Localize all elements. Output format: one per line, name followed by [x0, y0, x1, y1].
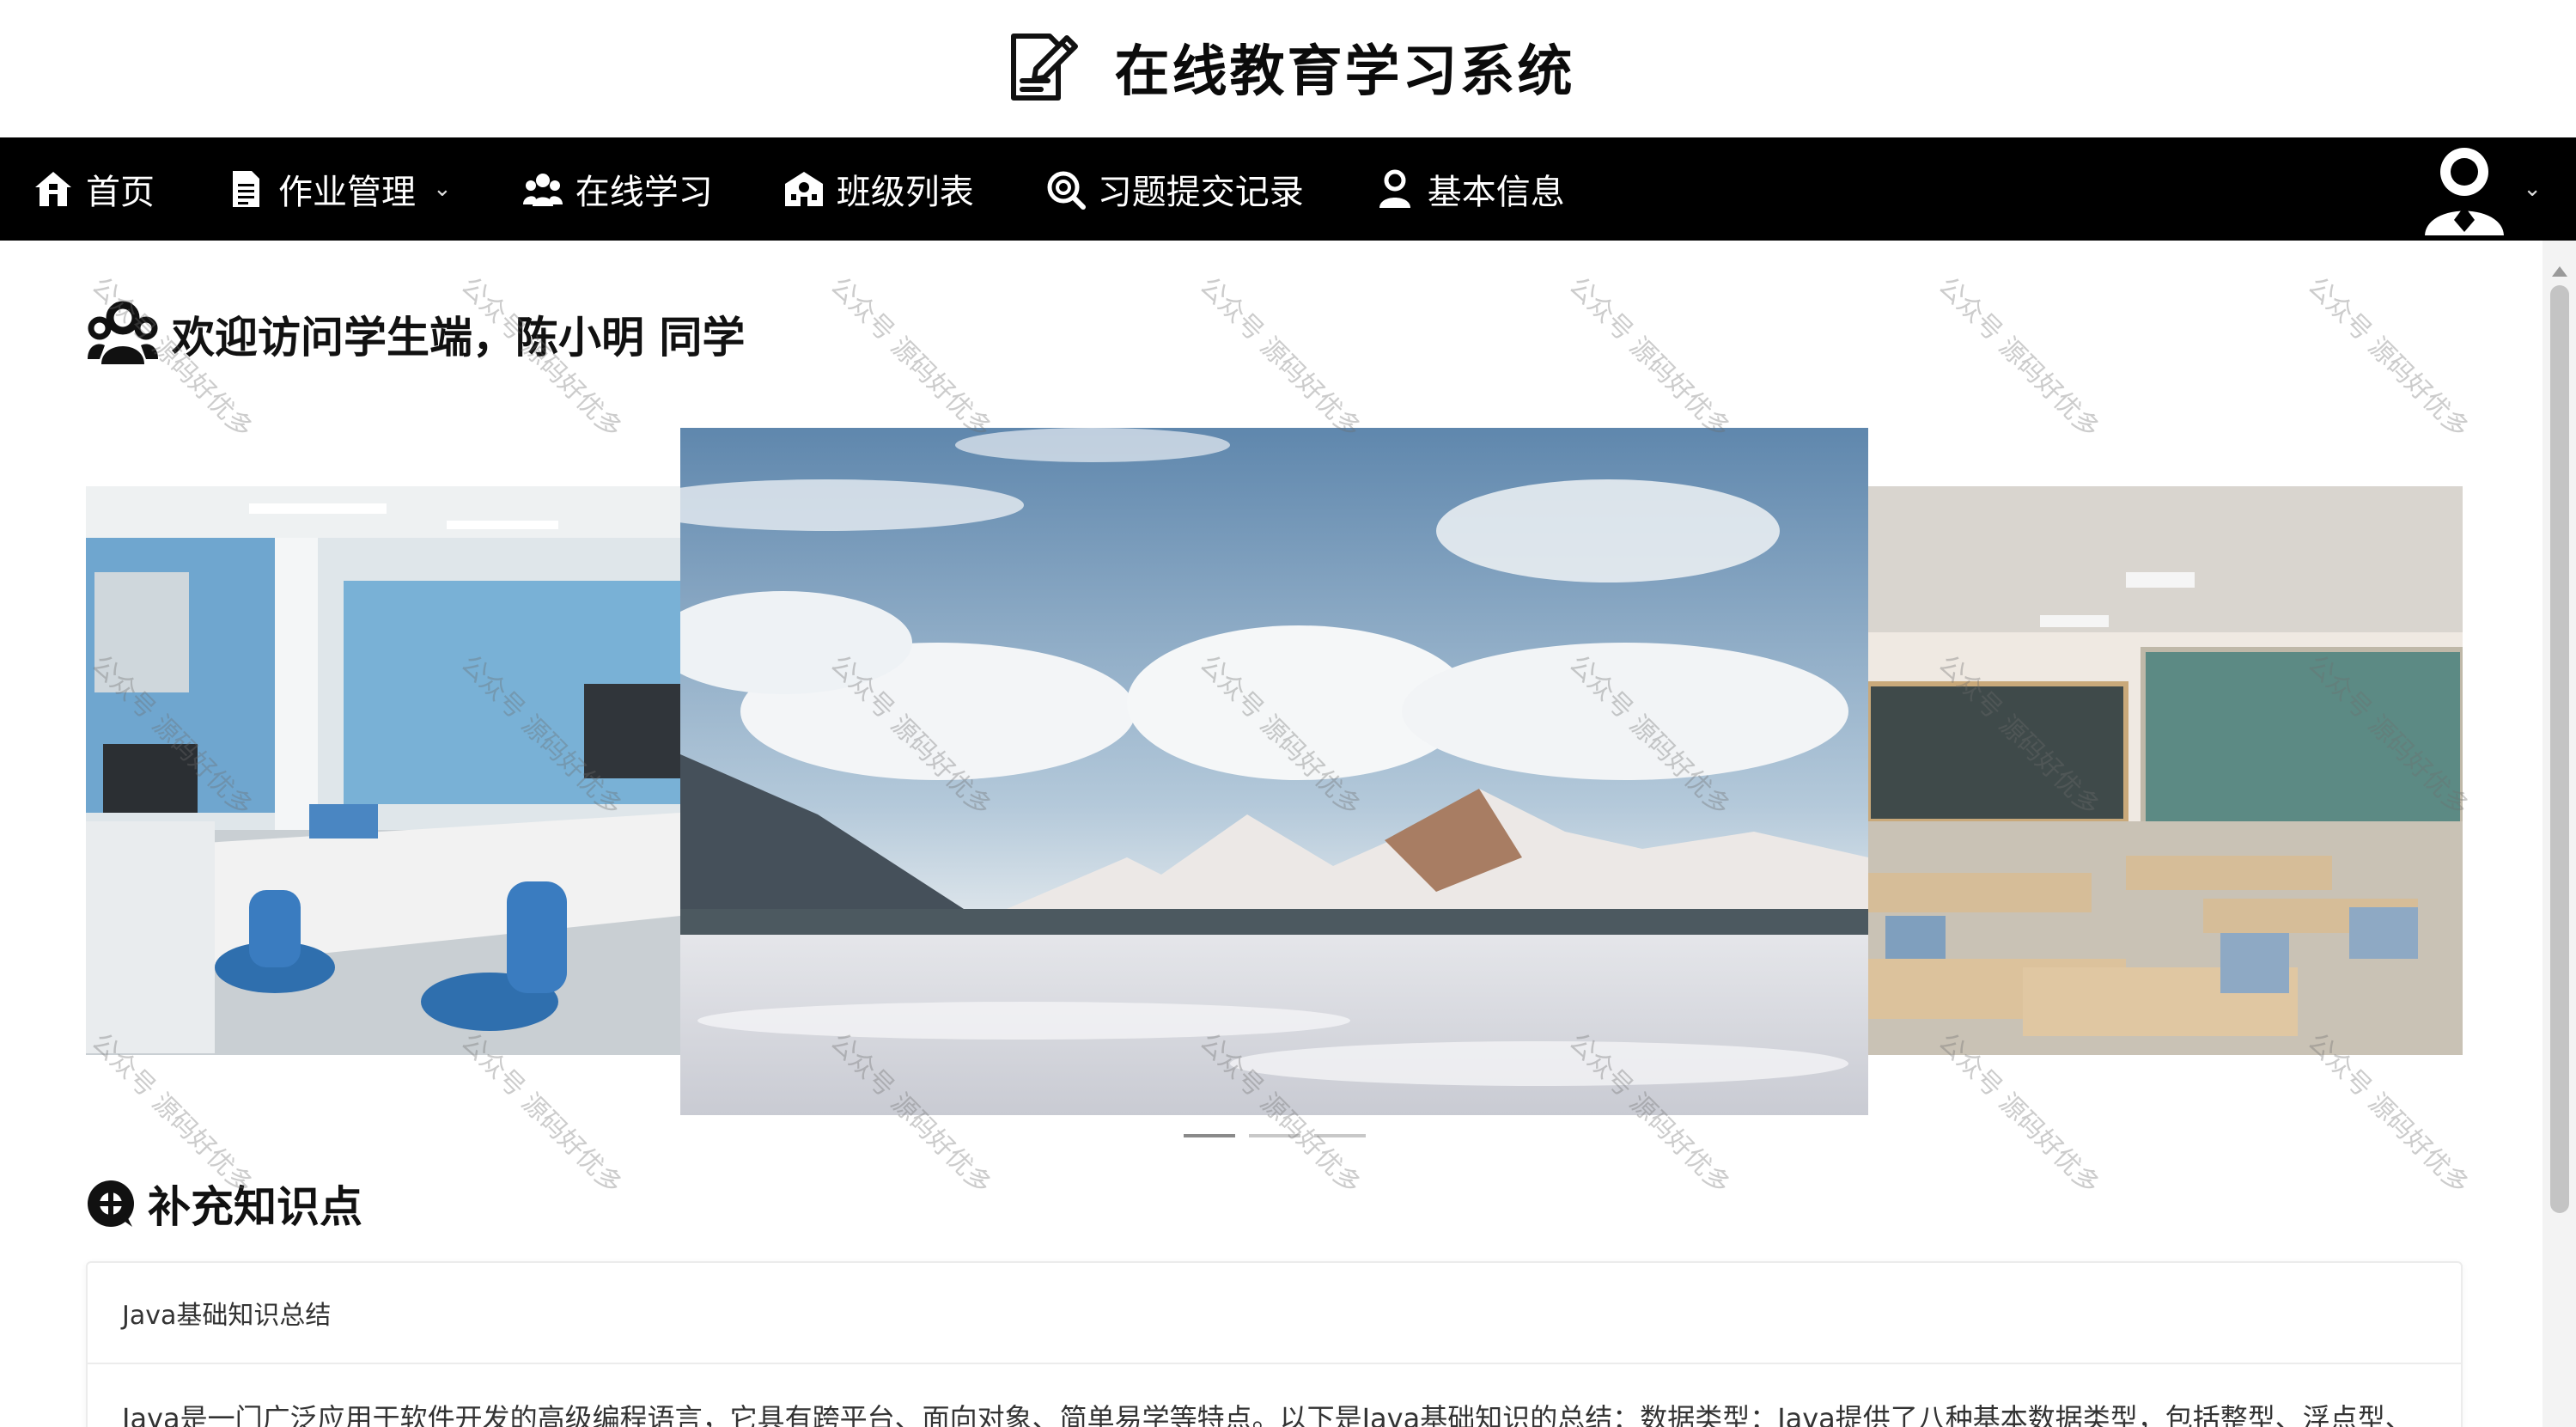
carousel-slide-landscape[interactable]	[680, 428, 1868, 1115]
section-title: 补充知识点	[148, 1182, 362, 1232]
carousel-indicator-1[interactable]	[1183, 1134, 1235, 1137]
document-icon	[233, 171, 259, 207]
nav-label-home: 首页	[86, 173, 155, 212]
search-record-icon	[1047, 171, 1086, 210]
nav-label-online-learning: 在线学习	[575, 173, 713, 212]
welcome-text: 欢迎访问学生端，陈小明 同学	[172, 313, 746, 363]
nav-item-submission-record[interactable]: 习题提交记录	[1044, 137, 1304, 241]
nav-items: 首页 作业管理 ⌄ 在线学习 班级列表 习题提交记录 基本信息	[0, 137, 1635, 241]
brand: 在线教育学习系统	[1002, 27, 1575, 107]
pen-note-icon	[1010, 34, 1078, 101]
scroll-thumb[interactable]	[2550, 285, 2569, 1213]
carousel-indicators	[86, 1134, 2463, 1137]
card-body: Java是一门广泛应用于软件开发的高级编程语言，它具有跨平台、面向对象、简单易学…	[122, 1402, 2413, 1427]
carousel-indicator-3[interactable]	[1313, 1134, 1366, 1137]
nav-label-basic-info: 基本信息	[1427, 173, 1565, 212]
scroll-up-arrow-icon[interactable]	[2552, 266, 2567, 277]
welcome-heading: 欢迎访问学生端，陈小明 同学	[86, 301, 745, 368]
nav-item-class-list[interactable]: 班级列表	[783, 137, 974, 241]
nav-label-homework: 作业管理	[278, 173, 416, 212]
nav-item-home[interactable]: 首页	[33, 137, 155, 241]
school-icon	[784, 172, 823, 206]
page-scrollbar[interactable]	[2543, 241, 2576, 1427]
classroom-image	[1868, 486, 2463, 1055]
group-icon	[522, 174, 563, 206]
users-icon	[88, 301, 158, 364]
main-content: 欢迎访问学生端，陈小明 同学 补充知识点 Java基础知识总结 Java是一门广…	[0, 241, 2543, 1427]
plus-circle-icon	[88, 1180, 134, 1227]
landscape-image	[680, 428, 1868, 1115]
image-carousel[interactable]	[86, 428, 2463, 1151]
user-icon	[1379, 169, 1410, 208]
chevron-down-icon: ⌄	[433, 176, 452, 202]
office-image	[86, 486, 680, 1055]
main-nav: 首页 作业管理 ⌄ 在线学习 班级列表 习题提交记录 基本信息 ⌄	[0, 137, 2576, 241]
nav-item-basic-info[interactable]: 基本信息	[1374, 137, 1565, 241]
knowledge-section-heading: 补充知识点	[86, 1173, 362, 1235]
home-icon	[35, 172, 71, 206]
nav-label-submission-record: 习题提交记录	[1097, 173, 1304, 212]
carousel-slide-classroom[interactable]	[1868, 486, 2463, 1055]
avatar-icon	[2425, 148, 2505, 235]
nav-item-online-learning[interactable]: 在线学习	[522, 137, 713, 241]
carousel-slide-office[interactable]	[86, 486, 680, 1055]
card-title: Java基础知识总结	[88, 1263, 2461, 1364]
chevron-down-icon: ⌄	[2523, 176, 2542, 202]
knowledge-card[interactable]: Java基础知识总结 Java是一门广泛应用于软件开发的高级编程语言，它具有跨平…	[86, 1261, 2463, 1427]
top-header: 在线教育学习系统	[0, 0, 2576, 137]
nav-item-homework[interactable]: 作业管理 ⌄	[225, 137, 452, 241]
app-title: 在线教育学习系统	[1114, 40, 1575, 104]
carousel-indicator-2[interactable]	[1248, 1134, 1300, 1137]
nav-label-class-list: 班级列表	[836, 173, 974, 212]
user-menu[interactable]: ⌄	[2418, 143, 2542, 235]
